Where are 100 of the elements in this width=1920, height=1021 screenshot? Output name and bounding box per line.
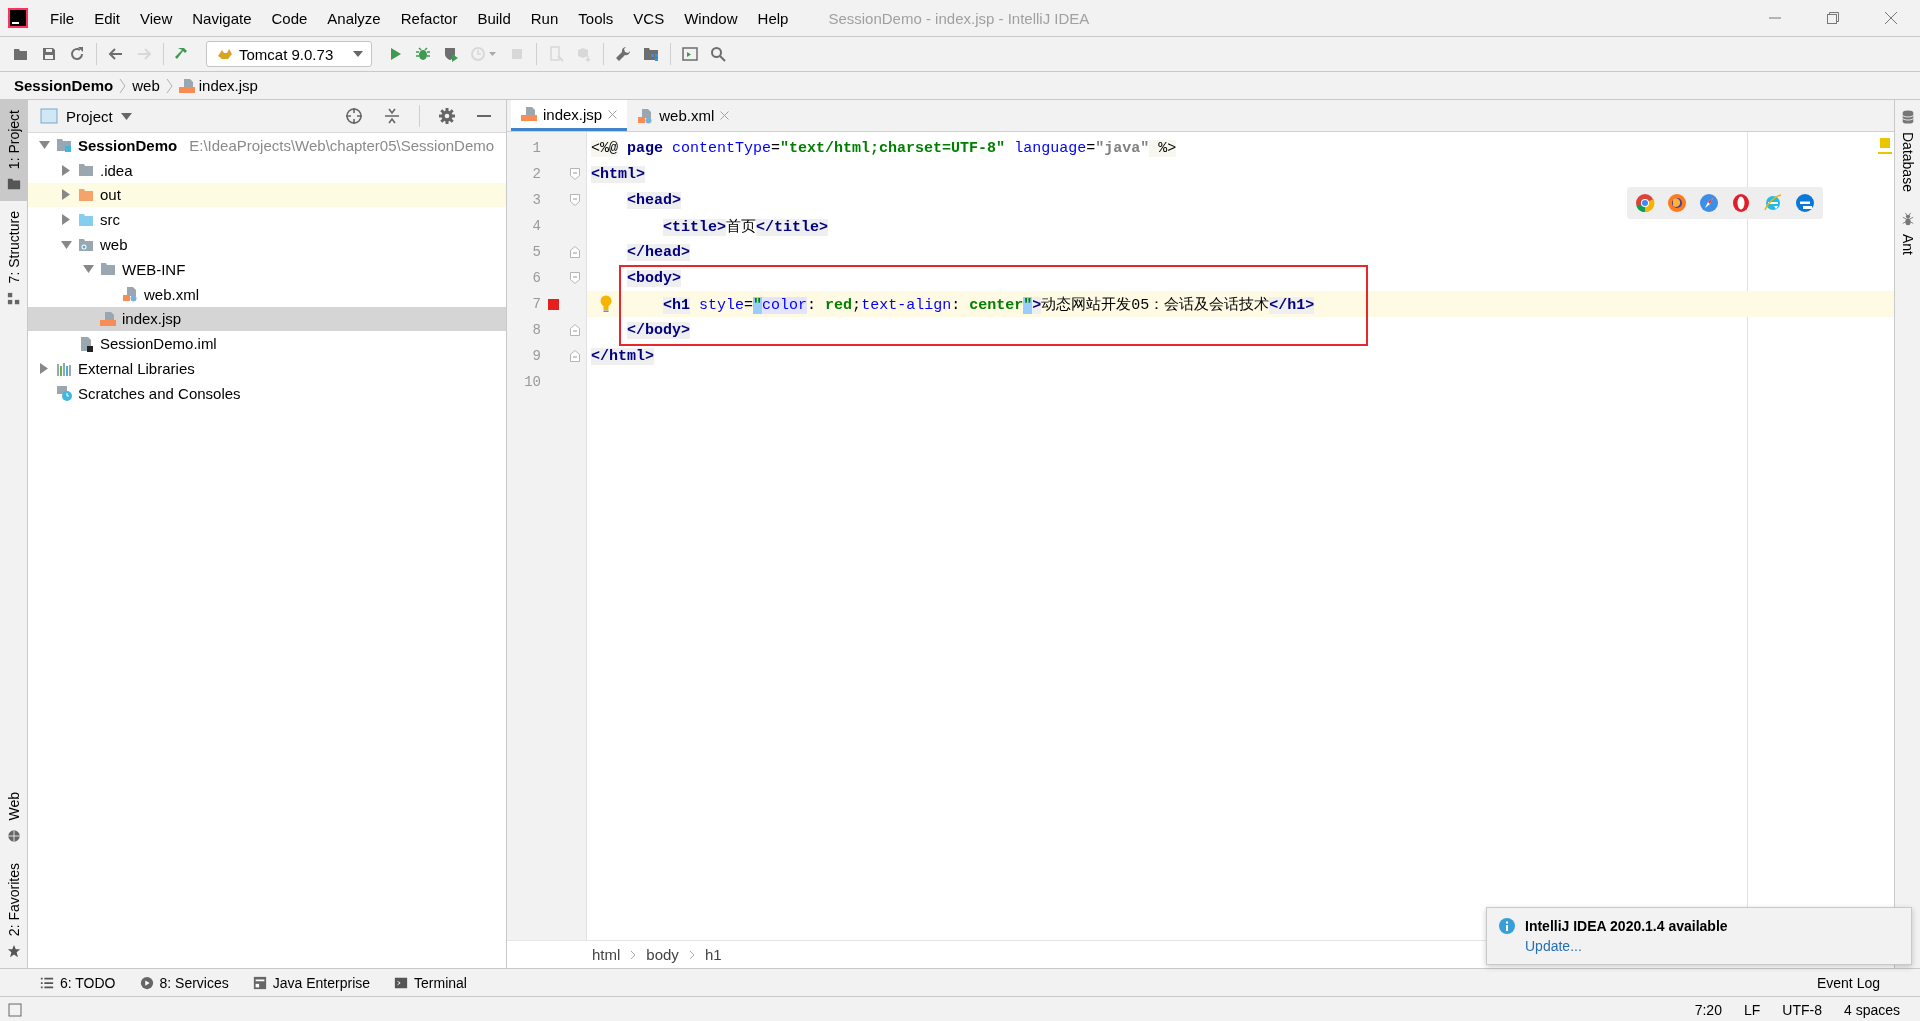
module-file-icon [78, 335, 94, 352]
event-log-tab[interactable]: Event Log [1816, 974, 1880, 991]
scratch-icon [56, 385, 72, 402]
tool-window-tab[interactable]: 6: TODO [40, 974, 116, 991]
fold-marker-icon[interactable] [570, 350, 580, 362]
panel-toggle-icon[interactable] [8, 1003, 22, 1017]
structure-icon [6, 291, 21, 306]
menu-item[interactable]: File [40, 5, 85, 31]
code-line: <%@ page contentType="text/html;charset=UTF-8" language="java" %> [591, 139, 1177, 157]
tree-item[interactable]: Scratches and Consoles [28, 380, 506, 406]
fold-marker-icon[interactable] [570, 272, 580, 284]
menu-item[interactable]: VCS [623, 5, 675, 31]
chevron-icon [688, 949, 695, 960]
tool-window-tab[interactable]: Database [1899, 100, 1916, 202]
expand-arrow-icon[interactable] [82, 265, 94, 274]
tool-window-tab[interactable]: 1: Project [0, 100, 27, 202]
tool-window-tab[interactable]: 7: Structure [0, 201, 27, 316]
menu-item[interactable]: Help [747, 5, 799, 31]
tool-window-tab[interactable]: 8: Services [139, 974, 229, 991]
menu-item[interactable]: Tools [568, 5, 624, 31]
menu-item[interactable]: Navigate [182, 5, 262, 31]
xml-file-icon [122, 286, 138, 303]
tree-item[interactable]: External Libraries [28, 356, 506, 381]
menu-item[interactable]: Window [674, 5, 748, 31]
close-icon[interactable] [720, 111, 730, 120]
editor-tab[interactable]: web.xml [627, 100, 740, 131]
menu-item[interactable]: View [130, 5, 183, 31]
collapse-arrow-icon[interactable] [62, 214, 70, 226]
tree-item[interactable]: SessionDemo E:\IdeaProjects\Web\chapter05\SessionDemo [28, 133, 506, 158]
tool-window-tab[interactable]: Terminal [394, 974, 467, 991]
update-link[interactable]: Update... [1525, 938, 1582, 954]
expand-arrow-icon[interactable] [38, 141, 50, 150]
fold-marker-icon[interactable] [570, 168, 580, 180]
folder-icon [6, 177, 21, 192]
fold-marker-icon[interactable] [570, 194, 580, 206]
run-configuration-dropdown[interactable]: Tomcat 9.0.73 [206, 41, 373, 67]
menu-item[interactable]: Edit [84, 5, 131, 31]
status-item[interactable]: 4 spaces [1843, 1002, 1900, 1018]
breadcrumb-item[interactable]: body [646, 946, 679, 963]
notification-title: IntelliJ IDEA 2020.1.4 available [1525, 918, 1728, 934]
tree-item[interactable]: src [28, 207, 506, 233]
tool-window-tab[interactable]: 2: Favorites [0, 852, 27, 968]
database-icon [1900, 110, 1915, 124]
folder-icon [78, 211, 94, 228]
tree-item[interactable]: .idea [28, 157, 506, 183]
tool-window-tab[interactable]: Web [0, 782, 27, 853]
close-icon[interactable] [608, 109, 618, 119]
fold-marker-icon[interactable] [570, 324, 580, 336]
line-number: 3 [531, 192, 541, 208]
collapse-arrow-icon[interactable] [62, 164, 70, 176]
folder-icon [78, 236, 94, 253]
tree-item[interactable]: out [28, 182, 506, 208]
tree-item[interactable]: web.xml [28, 281, 506, 307]
tree-item[interactable]: web [28, 232, 506, 257]
status-item[interactable]: UTF-8 [1782, 1002, 1822, 1018]
menu-item[interactable]: Build [467, 5, 521, 31]
editor-tab[interactable]: index.jsp [511, 100, 628, 131]
collapse-arrow-icon[interactable] [40, 363, 48, 375]
menu-item[interactable]: Code [261, 5, 318, 31]
status-item[interactable]: LF [1743, 1002, 1761, 1018]
ant-icon [1900, 211, 1915, 226]
code-line: <title>首页</title> [663, 217, 829, 236]
folder-icon [56, 137, 72, 154]
list-icon [40, 975, 54, 990]
breadcrumb-item[interactable]: h1 [704, 946, 722, 963]
window-icon [40, 108, 58, 124]
expand-arrow-icon[interactable] [60, 240, 72, 249]
menu-item[interactable]: Analyze [317, 5, 391, 31]
tree-item[interactable]: index.jsp [28, 306, 506, 332]
tool-window-tab[interactable]: Ant [1899, 201, 1916, 265]
tree-item[interactable]: WEB-INF [28, 257, 506, 282]
fold-marker-icon[interactable] [570, 246, 580, 258]
collapse-arrow-icon[interactable] [62, 189, 70, 201]
breadcrumb-item[interactable]: html [592, 946, 621, 963]
star-icon [6, 944, 21, 958]
status-item[interactable]: 7:20 [1694, 1002, 1722, 1018]
tool-window-tab[interactable]: Java Enterprise [252, 974, 371, 991]
lightbulb-icon[interactable] [599, 295, 613, 313]
line-number: 10 [523, 374, 541, 390]
breadcrumb-item[interactable]: SessionDemo [14, 77, 114, 94]
view-selector[interactable]: Project [40, 107, 132, 125]
folder-icon [78, 162, 94, 179]
menu-item[interactable]: Refactor [390, 5, 468, 31]
line-number: 2 [531, 166, 541, 182]
breakpoint-icon[interactable] [547, 298, 559, 310]
tree-item[interactable]: SessionDemo.iml [28, 331, 506, 357]
line-number: 9 [531, 348, 541, 364]
browser-icon[interactable] [1699, 193, 1719, 213]
browser-icon[interactable] [1731, 193, 1751, 213]
breadcrumb-item[interactable]: index.jsp [178, 77, 258, 94]
menu-item[interactable]: Run [520, 5, 569, 31]
browser-icon[interactable] [1635, 193, 1655, 213]
line-number: 8 [531, 322, 541, 338]
breadcrumb-item[interactable]: web [132, 77, 160, 94]
browser-icon[interactable] [1667, 193, 1687, 213]
chevron-icon [630, 949, 637, 960]
server-icon [252, 975, 267, 990]
browser-icon[interactable] [1795, 193, 1815, 213]
window-title: SessionDemo - index.jsp - IntelliJ IDEA [828, 9, 1090, 27]
warning-marker-icon[interactable] [1878, 138, 1892, 154]
